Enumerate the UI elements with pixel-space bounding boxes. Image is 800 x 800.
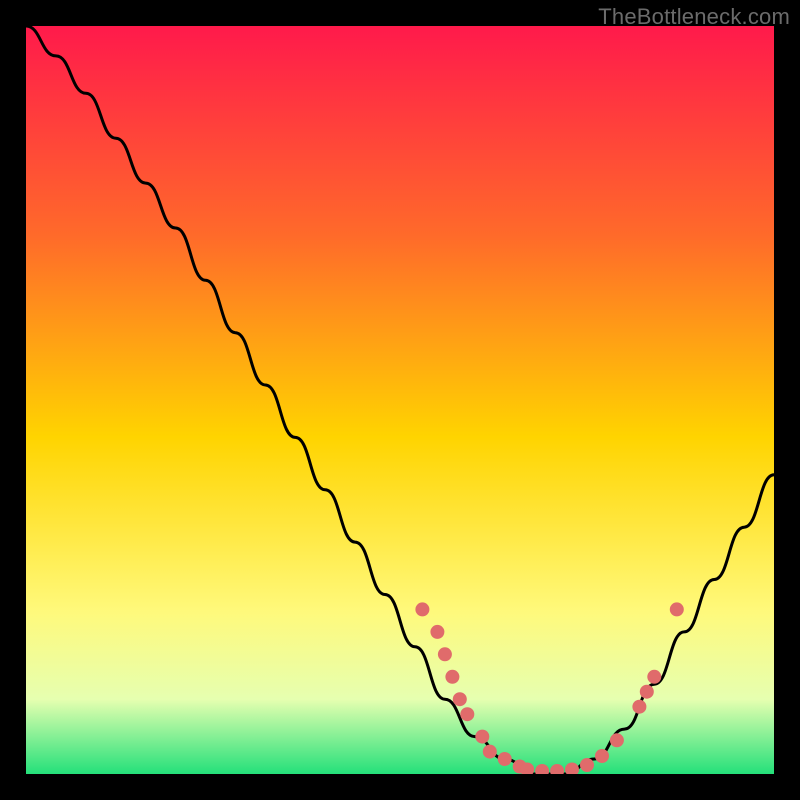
data-point — [595, 749, 609, 763]
data-point — [580, 758, 594, 772]
data-point — [430, 625, 444, 639]
data-point — [475, 730, 489, 744]
data-point — [415, 602, 429, 616]
data-point — [453, 692, 467, 706]
data-point — [498, 752, 512, 766]
gradient-background — [26, 26, 774, 774]
data-point — [438, 647, 452, 661]
data-point — [640, 685, 654, 699]
data-point — [483, 745, 497, 759]
data-point — [445, 670, 459, 684]
data-point — [610, 733, 624, 747]
data-point — [632, 700, 646, 714]
data-point — [460, 707, 474, 721]
data-point — [670, 602, 684, 616]
bottleneck-chart — [26, 26, 774, 774]
data-point — [647, 670, 661, 684]
chart-frame — [26, 26, 774, 774]
